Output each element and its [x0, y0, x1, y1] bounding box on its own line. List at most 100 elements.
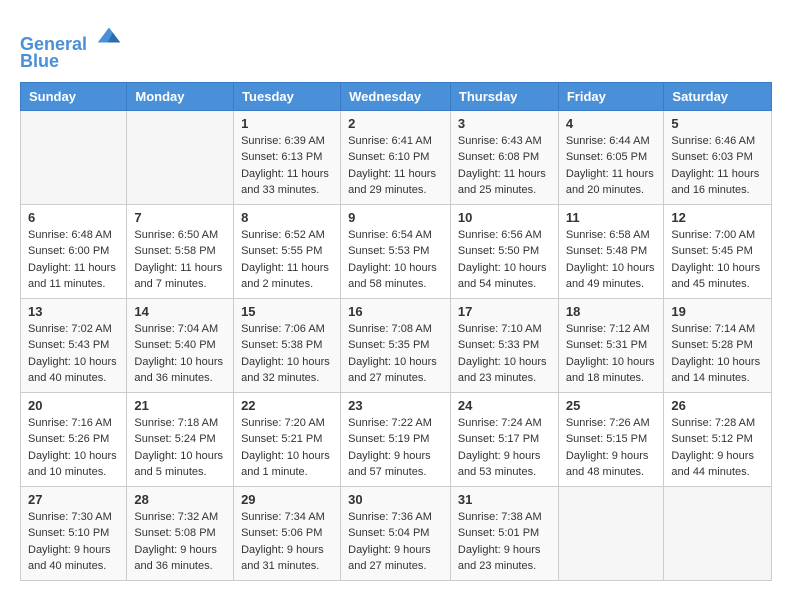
calendar-cell: 5 Sunrise: 6:46 AM Sunset: 6:03 PM Daylig…	[664, 110, 772, 204]
calendar-header-sunday: Sunday	[21, 82, 127, 110]
calendar-cell: 9 Sunrise: 6:54 AM Sunset: 5:53 PM Daylig…	[341, 204, 451, 298]
day-number: 31	[458, 492, 551, 507]
day-number: 7	[134, 210, 226, 225]
calendar-cell: 4 Sunrise: 6:44 AM Sunset: 6:05 PM Daylig…	[558, 110, 664, 204]
calendar-cell	[664, 486, 772, 580]
calendar-cell: 31Sunrise: 7:38 AM Sunset: 5:01 PM Dayli…	[450, 486, 558, 580]
calendar-week-5: 27 Sunrise: 7:30 AM Sunset: 5:10 PM Dayli…	[21, 486, 772, 580]
calendar-cell: 26Sunrise: 7:28 AM Sunset: 5:12 PM Dayli…	[664, 392, 772, 486]
calendar-cell: 27 Sunrise: 7:30 AM Sunset: 5:10 PM Dayli…	[21, 486, 127, 580]
day-info: Sunrise: 6:48 AM Sunset: 6:00 PM Dayligh…	[28, 227, 119, 293]
calendar-cell: 3Sunrise: 6:43 AM Sunset: 6:08 PM Daylig…	[450, 110, 558, 204]
day-info: Sunrise: 7:08 AM Sunset: 5:35 PM Dayligh…	[348, 321, 443, 387]
day-info: Sunrise: 7:16 AM Sunset: 5:26 PM Dayligh…	[28, 415, 119, 481]
day-number: 29	[241, 492, 333, 507]
calendar-cell: 21 Sunrise: 7:18 AM Sunset: 5:24 PM Dayli…	[127, 392, 234, 486]
day-info: Sunrise: 7:30 AM Sunset: 5:10 PM Dayligh…	[28, 509, 119, 575]
calendar-header-saturday: Saturday	[664, 82, 772, 110]
calendar-cell: 15Sunrise: 7:06 AM Sunset: 5:38 PM Dayli…	[234, 298, 341, 392]
logo-text: General	[20, 20, 124, 55]
calendar-cell: 17Sunrise: 7:10 AM Sunset: 5:33 PM Dayli…	[450, 298, 558, 392]
calendar-cell: 6Sunrise: 6:48 AM Sunset: 6:00 PM Daylig…	[21, 204, 127, 298]
day-number: 22	[241, 398, 333, 413]
calendar-header-wednesday: Wednesday	[341, 82, 451, 110]
logo: General Blue	[20, 20, 124, 72]
day-info: Sunrise: 7:34 AM Sunset: 5:06 PM Dayligh…	[241, 509, 333, 575]
calendar-cell: 30 Sunrise: 7:36 AM Sunset: 5:04 PM Dayli…	[341, 486, 451, 580]
day-info: Sunrise: 7:26 AM Sunset: 5:15 PM Dayligh…	[566, 415, 657, 481]
calendar-cell: 10 Sunrise: 6:56 AM Sunset: 5:50 PM Dayli…	[450, 204, 558, 298]
day-info: Sunrise: 6:41 AM Sunset: 6:10 PM Dayligh…	[348, 133, 443, 199]
day-number: 10	[458, 210, 551, 225]
day-number: 30	[348, 492, 443, 507]
calendar-cell: 19 Sunrise: 7:14 AM Sunset: 5:28 PM Dayli…	[664, 298, 772, 392]
day-number: 5	[671, 116, 764, 131]
day-number: 18	[566, 304, 657, 319]
calendar-header-thursday: Thursday	[450, 82, 558, 110]
calendar-header-monday: Monday	[127, 82, 234, 110]
day-number: 21	[134, 398, 226, 413]
day-number: 16	[348, 304, 443, 319]
calendar-cell: 14Sunrise: 7:04 AM Sunset: 5:40 PM Dayli…	[127, 298, 234, 392]
calendar-week-2: 6Sunrise: 6:48 AM Sunset: 6:00 PM Daylig…	[21, 204, 772, 298]
calendar-cell: 12 Sunrise: 7:00 AM Sunset: 5:45 PM Dayli…	[664, 204, 772, 298]
day-info: Sunrise: 7:22 AM Sunset: 5:19 PM Dayligh…	[348, 415, 443, 481]
calendar-cell: 28 Sunrise: 7:32 AM Sunset: 5:08 PM Dayli…	[127, 486, 234, 580]
calendar-table: SundayMondayTuesdayWednesdayThursdayFrid…	[20, 82, 772, 581]
day-info: Sunrise: 7:14 AM Sunset: 5:28 PM Dayligh…	[671, 321, 764, 387]
day-info: Sunrise: 6:50 AM Sunset: 5:58 PM Dayligh…	[134, 227, 226, 293]
calendar-cell: 13 Sunrise: 7:02 AM Sunset: 5:43 PM Dayli…	[21, 298, 127, 392]
day-number: 25	[566, 398, 657, 413]
day-info: Sunrise: 6:52 AM Sunset: 5:55 PM Dayligh…	[241, 227, 333, 293]
calendar-week-4: 20 Sunrise: 7:16 AM Sunset: 5:26 PM Dayli…	[21, 392, 772, 486]
day-number: 4	[566, 116, 657, 131]
day-number: 27	[28, 492, 119, 507]
day-info: Sunrise: 7:36 AM Sunset: 5:04 PM Dayligh…	[348, 509, 443, 575]
day-number: 24	[458, 398, 551, 413]
calendar-cell	[558, 486, 664, 580]
day-info: Sunrise: 6:46 AM Sunset: 6:03 PM Dayligh…	[671, 133, 764, 199]
calendar-cell: 2 Sunrise: 6:41 AM Sunset: 6:10 PM Daylig…	[341, 110, 451, 204]
day-number: 2	[348, 116, 443, 131]
day-number: 28	[134, 492, 226, 507]
logo-icon	[94, 20, 124, 50]
day-info: Sunrise: 7:18 AM Sunset: 5:24 PM Dayligh…	[134, 415, 226, 481]
day-info: Sunrise: 7:04 AM Sunset: 5:40 PM Dayligh…	[134, 321, 226, 387]
calendar-cell: 24 Sunrise: 7:24 AM Sunset: 5:17 PM Dayli…	[450, 392, 558, 486]
calendar-cell: 1 Sunrise: 6:39 AM Sunset: 6:13 PM Daylig…	[234, 110, 341, 204]
calendar-cell: 16 Sunrise: 7:08 AM Sunset: 5:35 PM Dayli…	[341, 298, 451, 392]
day-number: 23	[348, 398, 443, 413]
day-number: 19	[671, 304, 764, 319]
day-info: Sunrise: 7:24 AM Sunset: 5:17 PM Dayligh…	[458, 415, 551, 481]
calendar-cell: 23 Sunrise: 7:22 AM Sunset: 5:19 PM Dayli…	[341, 392, 451, 486]
day-info: Sunrise: 7:00 AM Sunset: 5:45 PM Dayligh…	[671, 227, 764, 293]
calendar-header-row: SundayMondayTuesdayWednesdayThursdayFrid…	[21, 82, 772, 110]
day-number: 1	[241, 116, 333, 131]
day-number: 12	[671, 210, 764, 225]
day-number: 13	[28, 304, 119, 319]
day-info: Sunrise: 7:10 AM Sunset: 5:33 PM Dayligh…	[458, 321, 551, 387]
day-info: Sunrise: 6:44 AM Sunset: 6:05 PM Dayligh…	[566, 133, 657, 199]
day-info: Sunrise: 7:12 AM Sunset: 5:31 PM Dayligh…	[566, 321, 657, 387]
calendar-cell: 25 Sunrise: 7:26 AM Sunset: 5:15 PM Dayli…	[558, 392, 664, 486]
day-number: 20	[28, 398, 119, 413]
day-info: Sunrise: 7:02 AM Sunset: 5:43 PM Dayligh…	[28, 321, 119, 387]
day-number: 9	[348, 210, 443, 225]
calendar-cell	[21, 110, 127, 204]
day-info: Sunrise: 6:39 AM Sunset: 6:13 PM Dayligh…	[241, 133, 333, 199]
day-info: Sunrise: 6:56 AM Sunset: 5:50 PM Dayligh…	[458, 227, 551, 293]
calendar-cell: 20 Sunrise: 7:16 AM Sunset: 5:26 PM Dayli…	[21, 392, 127, 486]
day-number: 15	[241, 304, 333, 319]
day-info: Sunrise: 7:28 AM Sunset: 5:12 PM Dayligh…	[671, 415, 764, 481]
calendar-header-tuesday: Tuesday	[234, 82, 341, 110]
day-info: Sunrise: 7:32 AM Sunset: 5:08 PM Dayligh…	[134, 509, 226, 575]
day-info: Sunrise: 6:43 AM Sunset: 6:08 PM Dayligh…	[458, 133, 551, 199]
calendar-cell: 18 Sunrise: 7:12 AM Sunset: 5:31 PM Dayli…	[558, 298, 664, 392]
day-info: Sunrise: 6:54 AM Sunset: 5:53 PM Dayligh…	[348, 227, 443, 293]
day-info: Sunrise: 6:58 AM Sunset: 5:48 PM Dayligh…	[566, 227, 657, 293]
calendar-week-3: 13 Sunrise: 7:02 AM Sunset: 5:43 PM Dayli…	[21, 298, 772, 392]
calendar-cell: 11Sunrise: 6:58 AM Sunset: 5:48 PM Dayli…	[558, 204, 664, 298]
calendar-header-friday: Friday	[558, 82, 664, 110]
calendar-week-1: 1 Sunrise: 6:39 AM Sunset: 6:13 PM Daylig…	[21, 110, 772, 204]
page-header: General Blue	[20, 20, 772, 72]
